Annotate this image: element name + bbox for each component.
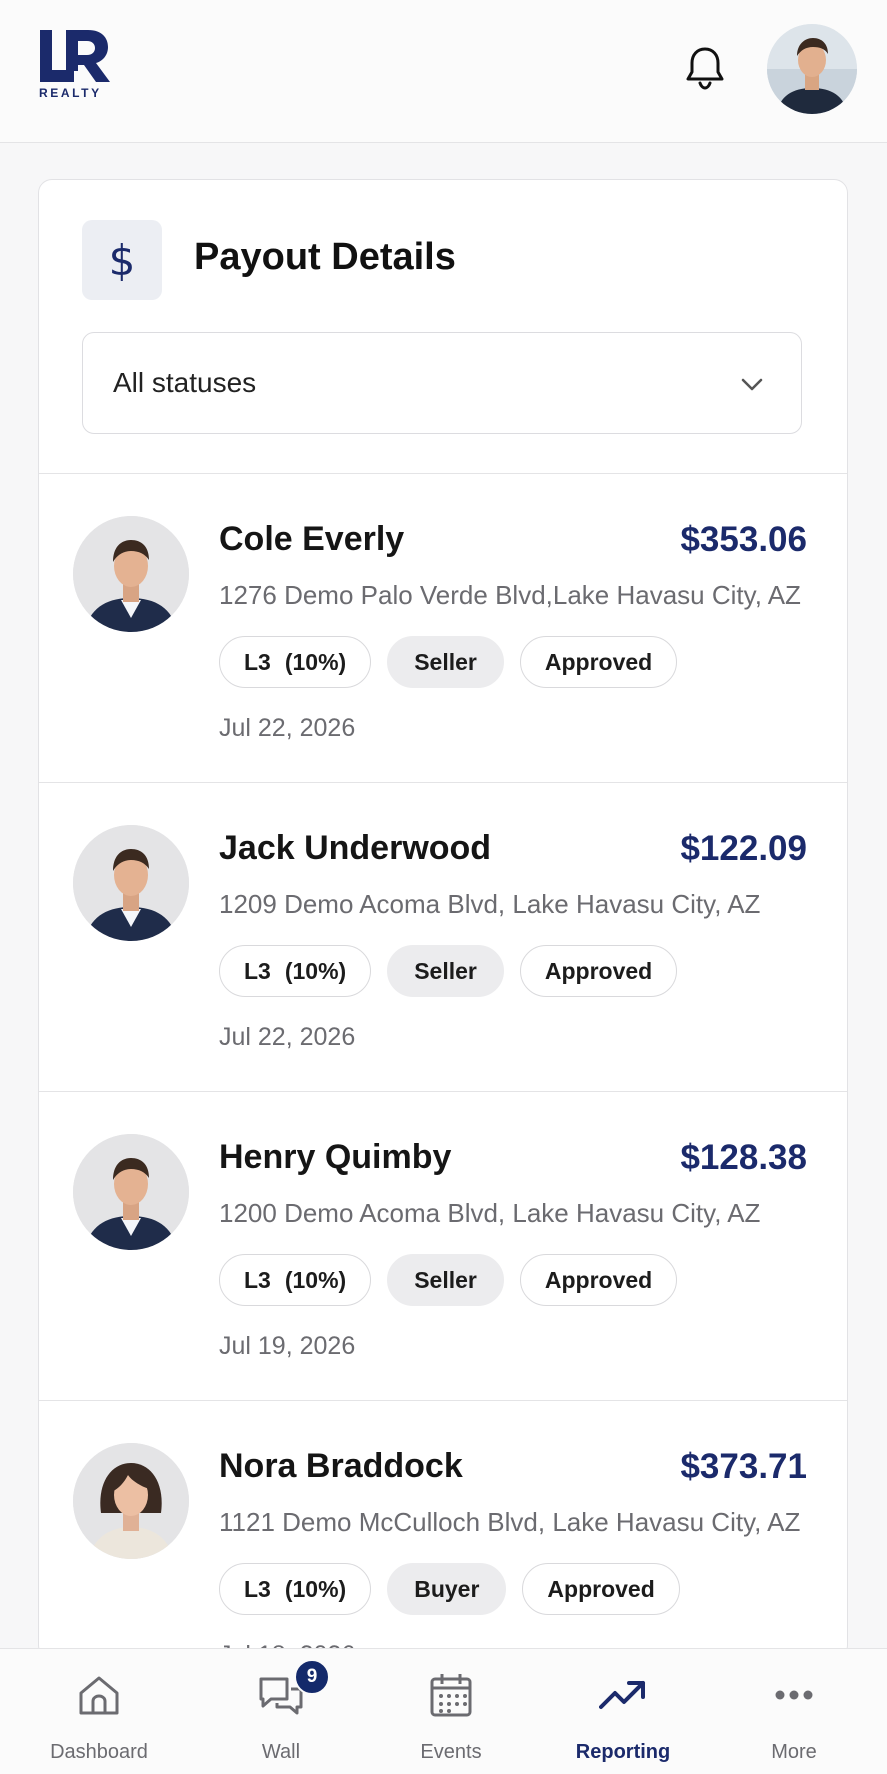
level-label: L3 [244,1266,271,1293]
card-header: $ Payout Details All statuses [39,180,847,474]
more-icon [775,1690,813,1700]
avatar-image [73,1134,189,1250]
payout-details-card: $ Payout Details All statuses Cole Everl… [38,179,848,1659]
avatar-image [73,516,189,632]
payout-amount: $353.06 [680,520,807,559]
bell-icon[interactable] [683,44,727,92]
payout-address: 1209 Demo Acoma Blvd, Lake Havasu City, … [219,889,761,919]
home-icon [79,1676,119,1715]
payout-amount: $373.71 [680,1447,807,1486]
payout-address: 1121 Demo McCulloch Blvd, Lake Havasu Ci… [219,1507,801,1537]
payout-tags: L3 (10%) Buyer Approved [219,1563,680,1615]
payout-tags: L3 (10%) Seller Approved [219,1254,678,1306]
level-label: L3 [244,1575,271,1602]
payout-row[interactable]: Jack Underwood $122.09 1209 Demo Acoma Blv… [39,783,847,1092]
top-header: REALTY [0,0,887,143]
payout-tags: L3 (10%) Seller Approved [219,636,678,688]
nav-label: Reporting [575,1741,671,1763]
payout-name: Nora Braddock [219,1447,463,1485]
payout-address: 1276 Demo Palo Verde Blvd,Lake Havasu Ci… [219,580,801,610]
avatar-image [73,1443,189,1559]
card-title: Payout Details [194,236,456,278]
trending-up-icon [599,1681,645,1709]
nav-reporting[interactable]: Reporting [538,1649,708,1774]
nav-dashboard[interactable]: Dashboard [14,1649,184,1774]
payout-amount: $128.38 [680,1138,807,1177]
nav-events[interactable]: Events [366,1649,536,1774]
nav-label: Dashboard [50,1741,148,1763]
user-avatar[interactable] [767,24,857,114]
level-chip: L3 (10%) [219,1563,372,1615]
payout-name: Henry Quimby [219,1138,452,1176]
payout-avatar [73,516,189,632]
nav-wall[interactable]: 9 Wall [196,1649,366,1774]
chevron-down-icon [741,378,763,391]
logo-text: REALTY [39,86,102,100]
nav-label: Events [420,1741,482,1763]
payout-name: Cole Everly [219,520,405,558]
payout-avatar [73,1443,189,1559]
status-chip: Approved [519,636,678,688]
payout-row[interactable]: Nora Braddock $373.71 1121 Demo McCulloch … [39,1401,847,1658]
role-chip: Seller [387,636,504,688]
payout-amount: $122.09 [680,829,807,868]
status-chip: Approved [522,1563,680,1615]
bottom-nav: Dashboard 9 Wall Events Reporting More [0,1648,887,1774]
level-percent: (10%) [284,1266,347,1293]
payout-date: Jul 19, 2026 [219,1332,356,1360]
level-percent: (10%) [284,1575,347,1602]
calendar-icon [430,1674,472,1717]
payout-tags: L3 (10%) Seller Approved [219,945,678,997]
payout-row[interactable]: Cole Everly $353.06 1276 Demo Palo Verde B… [39,474,847,783]
user-avatar-image [767,24,857,114]
payout-avatar [73,1134,189,1250]
level-label: L3 [244,957,271,984]
level-chip: L3 (10%) [219,1254,372,1306]
wall-badge: 9 [294,1659,330,1695]
avatar-image [73,825,189,941]
payout-name: Jack Underwood [219,829,492,867]
payout-list: Cole Everly $353.06 1276 Demo Palo Verde B… [39,474,847,1658]
level-percent: (10%) [284,957,347,984]
nav-label: More [771,1741,817,1763]
role-chip: Buyer [387,1563,507,1615]
payout-date: Jul 22, 2026 [219,714,356,742]
nav-more[interactable]: More [709,1649,879,1774]
realty-logo[interactable]: REALTY [36,28,112,104]
status-chip: Approved [519,945,678,997]
nav-label: Wall [261,1741,301,1763]
level-label: L3 [244,648,271,675]
payout-address: 1200 Demo Acoma Blvd, Lake Havasu City, … [219,1198,761,1228]
level-chip: L3 (10%) [219,636,372,688]
dollar-icon: $ [82,220,162,300]
payout-row[interactable]: Henry Quimby $128.38 1200 Demo Acoma Blvd,… [39,1092,847,1401]
status-filter-value: All statuses [113,367,257,398]
role-chip: Seller [387,945,504,997]
lr-logo-mark [40,30,110,82]
payout-date: Jul 22, 2026 [219,1023,356,1051]
level-chip: L3 (10%) [219,945,372,997]
payout-avatar [73,825,189,941]
role-chip: Seller [387,1254,504,1306]
status-filter-select[interactable]: All statuses [82,332,802,434]
status-chip: Approved [519,1254,678,1306]
level-percent: (10%) [284,648,347,675]
